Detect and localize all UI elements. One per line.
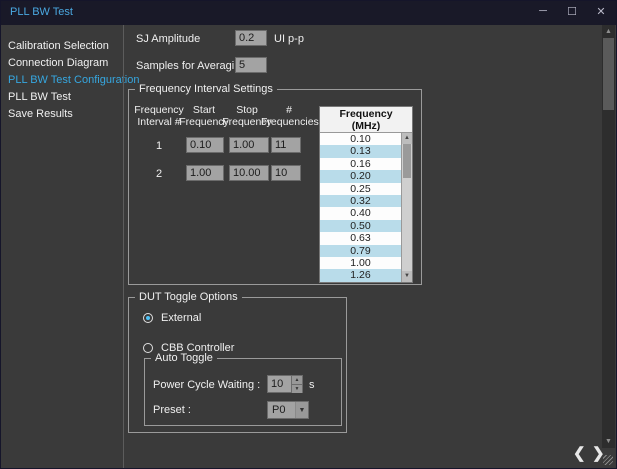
scroll-down-icon[interactable]: ▼	[402, 271, 412, 282]
stop-frequency-input-1[interactable]	[229, 137, 269, 153]
frequency-table-header-line: (MHz)	[352, 120, 381, 132]
power-cycle-waiting-spinner[interactable]: ▲ ▼	[267, 375, 303, 393]
spinner-down-icon[interactable]: ▼	[292, 385, 302, 393]
frequency-interval-settings-group: Frequency Interval Settings Frequency In…	[128, 89, 422, 285]
app-window: PLL BW Test ─ ☐ ✕ Calibration Selection …	[0, 0, 617, 469]
samples-for-averaging-input[interactable]	[235, 57, 267, 73]
frequency-table-header-line: Frequency	[339, 108, 392, 120]
sidebar: Calibration Selection Connection Diagram…	[1, 25, 123, 468]
column-header-line: Frequencies	[261, 116, 319, 128]
resize-grip-icon[interactable]	[603, 455, 613, 465]
sidebar-item-connection-diagram[interactable]: Connection Diagram	[1, 55, 123, 72]
frequency-table-row[interactable]: 0.40	[320, 207, 401, 219]
frequency-table: Frequency (MHz) 0.10 0.13 0.16 0.20 0.25…	[319, 106, 413, 283]
sj-amplitude-input[interactable]	[235, 30, 267, 46]
num-frequencies-input-1[interactable]	[271, 137, 301, 153]
minimize-button[interactable]: ─	[536, 5, 550, 18]
frequency-table-row[interactable]: 0.20	[320, 170, 401, 182]
dut-toggle-options-title: DUT Toggle Options	[135, 291, 242, 303]
column-header-line: Start	[193, 104, 215, 116]
num-frequencies-input-2[interactable]	[271, 165, 301, 181]
column-header-line: Interval #	[137, 116, 180, 128]
power-cycle-waiting-label: Power Cycle Waiting :	[153, 379, 260, 391]
spinner-buttons: ▲ ▼	[291, 375, 303, 393]
frequency-table-row[interactable]: 0.13	[320, 145, 401, 157]
scroll-up-icon[interactable]: ▲	[402, 133, 412, 144]
titlebar: PLL BW Test ─ ☐ ✕	[1, 1, 616, 25]
sj-amplitude-unit: UI p-p	[274, 33, 304, 45]
start-frequency-input-1[interactable]	[186, 137, 224, 153]
frequency-table-row[interactable]: 0.16	[320, 158, 401, 170]
radio-external-label: External	[161, 312, 201, 324]
auto-toggle-group: Auto Toggle Power Cycle Waiting : ▲ ▼ s …	[144, 358, 342, 426]
radio-external[interactable]: External	[143, 312, 201, 324]
frequency-table-row[interactable]: 0.79	[320, 245, 401, 257]
interval-number: 2	[131, 168, 187, 180]
preset-label: Preset :	[153, 404, 191, 416]
power-cycle-waiting-unit: s	[309, 379, 315, 391]
sidebar-item-save-results[interactable]: Save Results	[1, 106, 123, 123]
maximize-button[interactable]: ☐	[565, 5, 579, 18]
auto-toggle-title: Auto Toggle	[151, 352, 217, 364]
frequency-table-scrollbar[interactable]: ▲ ▼	[401, 133, 412, 282]
interval-number: 1	[131, 140, 187, 152]
column-header-num-frequencies: # Frequencies	[261, 104, 317, 128]
preset-dropdown-value: P0	[268, 404, 295, 416]
chevron-down-icon: ▼	[295, 402, 308, 418]
radio-button-icon[interactable]	[143, 313, 153, 323]
window-title: PLL BW Test	[10, 6, 73, 18]
frequency-table-row[interactable]: 0.25	[320, 183, 401, 195]
scrollbar-thumb[interactable]	[603, 38, 614, 110]
dut-toggle-options-group: DUT Toggle Options External CBB Controll…	[128, 297, 347, 433]
frequency-table-header: Frequency (MHz)	[320, 107, 412, 133]
close-button[interactable]: ✕	[594, 5, 608, 18]
column-header-line: #	[286, 104, 292, 116]
frequency-table-row[interactable]: 0.10	[320, 133, 401, 145]
sidebar-item-pll-bw-test[interactable]: PLL BW Test	[1, 89, 123, 106]
window-controls: ─ ☐ ✕	[536, 5, 608, 18]
sidebar-divider	[123, 25, 124, 468]
column-header-line: Stop	[236, 104, 258, 116]
frequency-interval-settings-title: Frequency Interval Settings	[135, 83, 277, 95]
power-cycle-waiting-input[interactable]	[267, 375, 291, 393]
prev-page-button[interactable]: ❮	[573, 444, 586, 462]
scrollbar-thumb[interactable]	[403, 144, 411, 178]
start-frequency-input-2[interactable]	[186, 165, 224, 181]
sidebar-item-pll-bw-test-configuration[interactable]: PLL BW Test Configuration	[1, 72, 123, 89]
spinner-up-icon[interactable]: ▲	[292, 376, 302, 385]
frequency-table-row[interactable]: 0.63	[320, 232, 401, 244]
frequency-table-row[interactable]: 1.26	[320, 269, 401, 281]
sj-amplitude-label: SJ Amplitude	[136, 33, 200, 45]
vertical-scrollbar[interactable]: ▲ ▼	[602, 25, 615, 448]
preset-dropdown[interactable]: P0 ▼	[267, 401, 309, 419]
stop-frequency-input-2[interactable]	[229, 165, 269, 181]
frequency-table-row[interactable]: 0.32	[320, 195, 401, 207]
frequency-table-row[interactable]: 0.50	[320, 220, 401, 232]
sidebar-item-calibration-selection[interactable]: Calibration Selection	[1, 38, 123, 55]
samples-for-averaging-label: Samples for Averaging	[136, 60, 246, 72]
scroll-up-icon[interactable]: ▲	[602, 25, 615, 38]
frequency-table-row[interactable]: 1.00	[320, 257, 401, 269]
